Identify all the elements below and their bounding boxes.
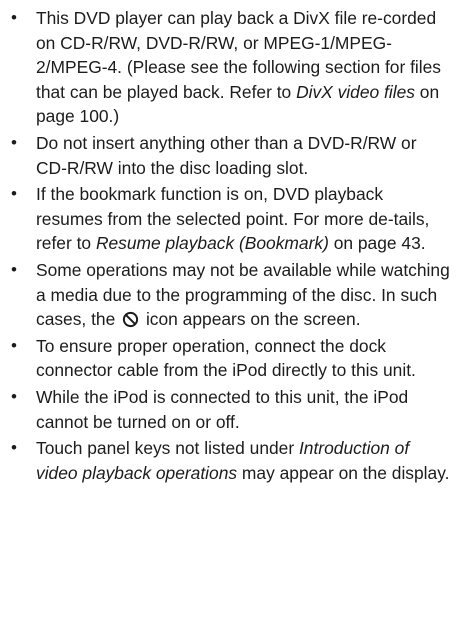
note-text: icon appears on the screen. [141, 309, 361, 330]
bullet-icon: • [11, 132, 17, 152]
note-text: Touch panel keys not listed under [36, 438, 299, 459]
cross-reference-link: DivX video files [296, 81, 415, 102]
bullet-icon: • [11, 8, 17, 27]
cross-reference-link: Resume playback (Bookmark) [95, 233, 329, 254]
bullet-icon: • [11, 184, 17, 204]
bullet-icon: • [11, 259, 17, 279]
note-text: Do not insert anything other than a DVD-… [36, 132, 417, 178]
prohibited-icon [122, 310, 139, 328]
bullet-icon: • [11, 438, 17, 458]
bullet-icon: • [11, 335, 17, 355]
note-text: on page 43. [328, 233, 426, 254]
list-item: • While the iPod is connected to this uni… [11, 385, 452, 434]
list-item: • Some operations may not be available wh… [11, 258, 452, 332]
list-item: • To ensure proper operation, connect the… [11, 334, 452, 383]
note-text: While the iPod is connected to this unit… [36, 386, 409, 432]
list-item: • This DVD player can play back a DivX fi… [11, 6, 452, 129]
list-item: • Do not insert anything other than a DVD… [11, 131, 452, 180]
note-text: To ensure proper operation, connect the … [36, 335, 416, 381]
list-item: • If the bookmark function is on, DVD pla… [11, 182, 452, 256]
note-text: may appear on the display. [237, 462, 450, 483]
notes-list: • This DVD player can play back a DivX fi… [11, 6, 452, 485]
bullet-icon: • [11, 386, 17, 406]
list-item: • Touch panel keys not listed under Intro… [11, 436, 452, 485]
page: • This DVD player can play back a DivX fi… [0, 0, 456, 638]
